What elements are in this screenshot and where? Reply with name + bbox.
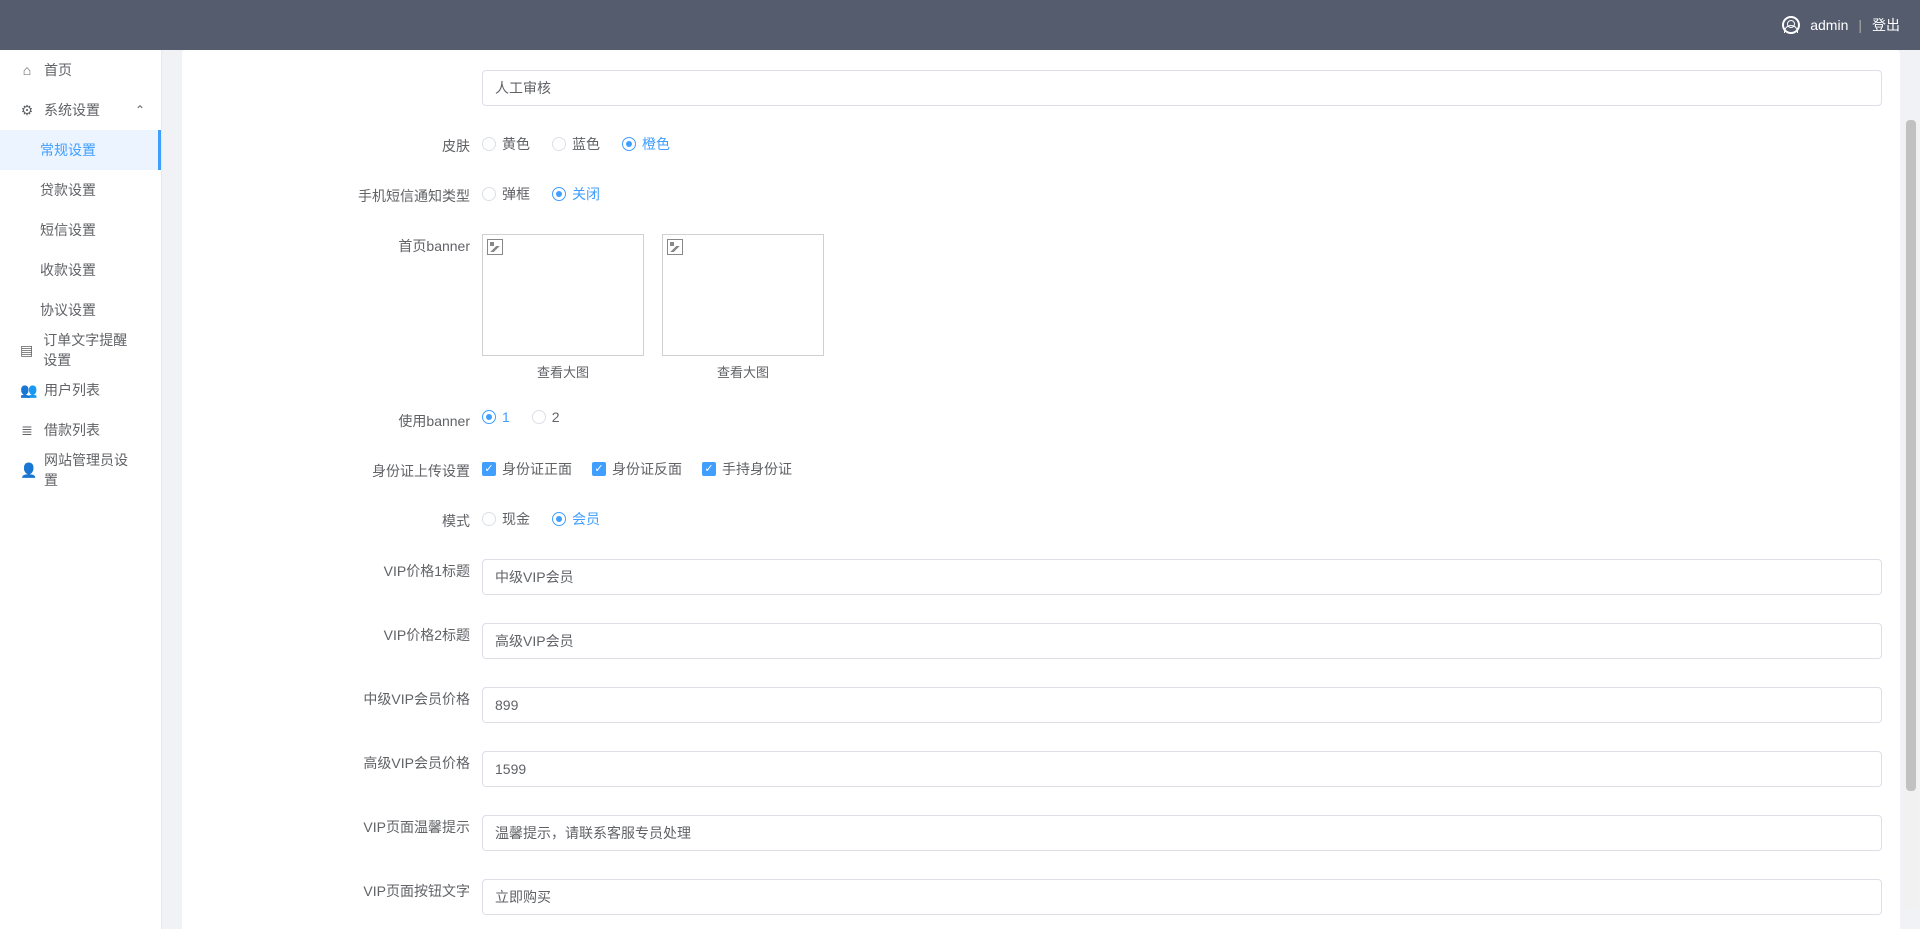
- banner-view-large-1[interactable]: 查看大图: [537, 362, 589, 381]
- banner-item-1: 查看大图: [482, 234, 644, 381]
- sidebar-item-order-tip[interactable]: ▤ 订单文字提醒设置: [0, 330, 161, 370]
- broken-image-icon: [667, 239, 683, 255]
- sidebar-item-label: 收款设置: [40, 260, 96, 280]
- chevron-up-icon: ⌃: [135, 103, 145, 117]
- radio-skin-yellow[interactable]: 黄色: [482, 134, 530, 154]
- sidebar-item-label: 网站管理员设置: [44, 450, 141, 490]
- users-icon: 👥: [20, 383, 34, 397]
- label-high-vip-price: 高级VIP会员价格: [182, 745, 482, 773]
- label-idcard: 身份证上传设置: [182, 453, 482, 481]
- main-content: 皮肤 黄色 蓝色 橙色: [162, 50, 1920, 929]
- label-skin: 皮肤: [182, 128, 482, 156]
- user-area: admin | 登出: [1782, 15, 1900, 35]
- label-banner: 首页banner: [182, 228, 482, 256]
- gear-icon: ⚙: [20, 103, 34, 117]
- checkbox-id-back[interactable]: ✓身份证反面: [592, 459, 682, 479]
- sidebar-item-label: 用户列表: [44, 380, 100, 400]
- input-vip-title2[interactable]: [482, 623, 1882, 659]
- radio-mode-cash[interactable]: 现金: [482, 509, 530, 529]
- scrollbar-thumb[interactable]: [1906, 120, 1916, 791]
- sidebar-item-admin[interactable]: 👤 网站管理员设置: [0, 450, 161, 490]
- banner-item-2: 查看大图: [662, 234, 824, 381]
- avatar-icon: [1782, 16, 1800, 34]
- label-use-banner: 使用banner: [182, 403, 482, 431]
- sidebar-item-user-list[interactable]: 👥 用户列表: [0, 370, 161, 410]
- radio-use-banner-2[interactable]: 2: [532, 409, 560, 425]
- sidebar-item-label: 协议设置: [40, 300, 96, 320]
- label-mid-vip-price: 中级VIP会员价格: [182, 681, 482, 709]
- username-label: admin: [1810, 17, 1848, 33]
- banner-view-large-2[interactable]: 查看大图: [717, 362, 769, 381]
- list-icon: ▤: [20, 343, 33, 357]
- sidebar: ⌂ 首页 ⚙ 系统设置 ⌃ 常规设置 贷款设置 短信设置 收款设置 协议设置 ▤…: [0, 50, 162, 929]
- row-vip-title2: VIP价格2标题: [182, 617, 1900, 659]
- list-alt-icon: ≣: [20, 423, 34, 437]
- label-vip-title1: VIP价格1标题: [182, 553, 482, 581]
- home-icon: ⌂: [20, 63, 34, 77]
- row-top-input: [182, 70, 1900, 106]
- radio-mode-member[interactable]: 会员: [552, 509, 600, 529]
- row-sms-type: 手机短信通知类型 弹框 关闭: [182, 178, 1900, 206]
- radio-sms-popup[interactable]: 弹框: [482, 184, 530, 204]
- row-vip-title1: VIP价格1标题: [182, 553, 1900, 595]
- banner-image-2[interactable]: [662, 234, 824, 356]
- label-vip-tip: VIP页面温馨提示: [182, 809, 482, 837]
- row-mid-vip-price: 中级VIP会员价格: [182, 681, 1900, 723]
- sidebar-item-loan[interactable]: 贷款设置: [0, 170, 161, 210]
- checkbox-id-hand[interactable]: ✓手持身份证: [702, 459, 792, 479]
- label-vip-btn-text: VIP页面按钮文字: [182, 873, 482, 901]
- logout-link[interactable]: 登出: [1872, 15, 1900, 35]
- sidebar-item-collect[interactable]: 收款设置: [0, 250, 161, 290]
- vertical-scrollbar[interactable]: [1904, 120, 1918, 909]
- broken-image-icon: [487, 239, 503, 255]
- row-idcard: 身份证上传设置 ✓身份证正面 ✓身份证反面 ✓手持身份证: [182, 453, 1900, 481]
- sidebar-item-home[interactable]: ⌂ 首页: [0, 50, 161, 90]
- label-mode: 模式: [182, 503, 482, 531]
- form-label-hidden: [182, 70, 482, 78]
- header-divider: |: [1858, 17, 1862, 33]
- row-banner: 首页banner 查看大图: [182, 228, 1900, 381]
- input-mid-vip-price[interactable]: [482, 687, 1882, 723]
- radio-sms-off[interactable]: 关闭: [552, 184, 600, 204]
- input-vip-tip[interactable]: [482, 815, 1882, 851]
- input-vip-btn-text[interactable]: [482, 879, 1882, 915]
- radio-skin-blue[interactable]: 蓝色: [552, 134, 600, 154]
- app-header: admin | 登出: [0, 0, 1920, 50]
- person-icon: 👤: [20, 463, 34, 477]
- radio-skin-orange[interactable]: 橙色: [622, 134, 670, 154]
- checkbox-id-front[interactable]: ✓身份证正面: [482, 459, 572, 479]
- row-use-banner: 使用banner 1 2: [182, 403, 1900, 431]
- row-vip-btn-text: VIP页面按钮文字: [182, 873, 1900, 915]
- sidebar-item-label: 首页: [44, 60, 72, 80]
- sidebar-item-agreement[interactable]: 协议设置: [0, 290, 161, 330]
- input-vip-title1[interactable]: [482, 559, 1882, 595]
- sidebar-item-sms[interactable]: 短信设置: [0, 210, 161, 250]
- input-high-vip-price[interactable]: [482, 751, 1882, 787]
- sidebar-item-label: 贷款设置: [40, 180, 96, 200]
- sidebar-item-general[interactable]: 常规设置: [0, 130, 161, 170]
- banner-image-1[interactable]: [482, 234, 644, 356]
- sidebar-item-label: 常规设置: [40, 140, 96, 160]
- label-vip-title2: VIP价格2标题: [182, 617, 482, 645]
- sidebar-item-system[interactable]: ⚙ 系统设置 ⌃: [0, 90, 161, 130]
- radio-use-banner-1[interactable]: 1: [482, 409, 510, 425]
- sidebar-item-borrow-list[interactable]: ≣ 借款列表: [0, 410, 161, 450]
- row-vip-tip: VIP页面温馨提示: [182, 809, 1900, 851]
- row-high-vip-price: 高级VIP会员价格: [182, 745, 1900, 787]
- sidebar-item-label: 订单文字提醒设置: [43, 330, 141, 370]
- sidebar-item-label: 借款列表: [44, 420, 100, 440]
- top-partial-input[interactable]: [482, 70, 1882, 106]
- row-skin: 皮肤 黄色 蓝色 橙色: [182, 128, 1900, 156]
- row-mode: 模式 现金 会员: [182, 503, 1900, 531]
- sidebar-item-label: 短信设置: [40, 220, 96, 240]
- sidebar-item-label: 系统设置: [44, 100, 100, 120]
- label-sms-type: 手机短信通知类型: [182, 178, 482, 206]
